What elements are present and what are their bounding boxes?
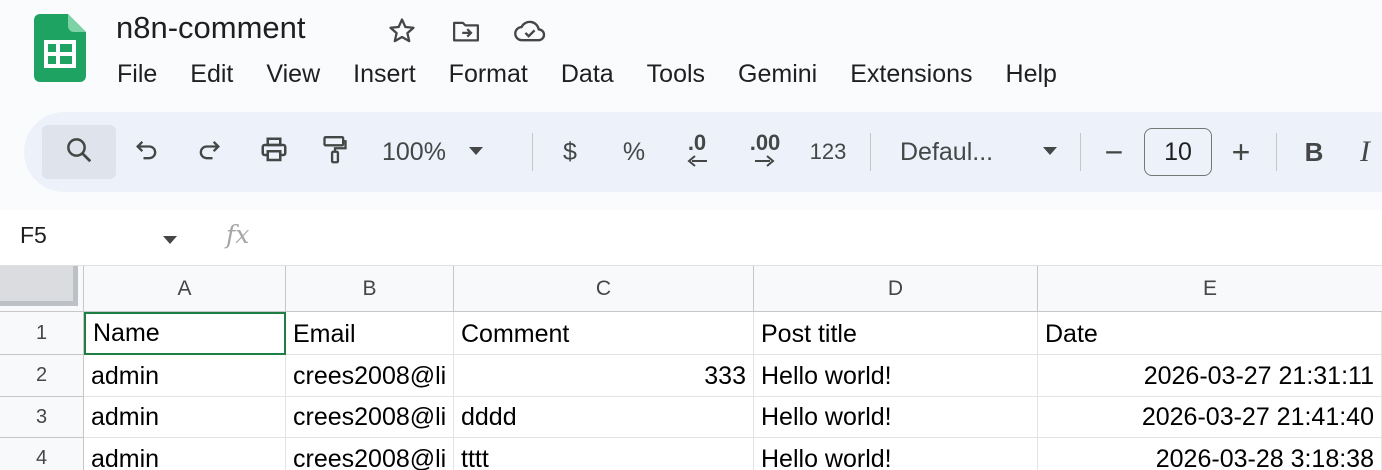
- name-box[interactable]: F5: [20, 222, 47, 249]
- chevron-down-icon: [1042, 143, 1058, 161]
- font-family-value: Defaul...: [900, 137, 994, 166]
- increase-font-size-button[interactable]: +: [1222, 125, 1260, 179]
- increase-decimal-button[interactable]: .00: [736, 125, 794, 179]
- menu-extensions[interactable]: Extensions: [833, 56, 988, 92]
- cell-b4[interactable]: crees2008@li: [286, 438, 454, 470]
- column-header-b[interactable]: B: [286, 266, 454, 312]
- cell-c3[interactable]: dddd: [454, 397, 754, 438]
- font-family-select[interactable]: Defaul...: [900, 125, 1058, 179]
- menu-tools[interactable]: Tools: [630, 56, 721, 92]
- select-all-corner[interactable]: [0, 266, 84, 312]
- percent-format-button[interactable]: %: [614, 125, 654, 179]
- cell-a4[interactable]: admin: [84, 438, 286, 470]
- cell-b1[interactable]: Email: [286, 312, 454, 355]
- fx-icon: fx: [226, 220, 250, 249]
- menu-file[interactable]: File: [100, 56, 173, 92]
- number-format-button[interactable]: 123: [806, 125, 850, 179]
- cell-b3[interactable]: crees2008@li: [286, 397, 454, 438]
- undo-button[interactable]: [126, 125, 168, 179]
- column-header-c[interactable]: C: [454, 266, 754, 312]
- toolbar-divider: [1276, 133, 1277, 171]
- decrease-font-size-button[interactable]: −: [1096, 125, 1132, 179]
- toolbar-divider: [532, 133, 533, 171]
- redo-button[interactable]: [188, 125, 230, 179]
- row-header[interactable]: 2: [0, 355, 84, 397]
- paint-format-button[interactable]: [314, 125, 356, 179]
- cell-c1[interactable]: Comment: [454, 312, 754, 355]
- move-folder-icon[interactable]: [448, 14, 484, 48]
- menu-format[interactable]: Format: [432, 56, 544, 92]
- search-icon: [64, 135, 94, 170]
- cell-b2[interactable]: crees2008@li: [286, 355, 454, 397]
- toolbar-divider: [870, 133, 871, 171]
- cell-d2[interactable]: Hello world!: [754, 355, 1038, 397]
- italic-button[interactable]: I: [1360, 125, 1382, 179]
- row-header[interactable]: 3: [0, 397, 84, 438]
- star-icon[interactable]: [384, 14, 420, 48]
- document-title[interactable]: n8n-comment: [116, 8, 306, 48]
- row-header[interactable]: 1: [0, 312, 84, 355]
- menu-help[interactable]: Help: [989, 56, 1073, 92]
- column-header-e[interactable]: E: [1038, 266, 1382, 312]
- spreadsheet-grid: A B C D E 1 Name Email Comment Post titl…: [0, 266, 1382, 470]
- chevron-down-icon[interactable]: [162, 232, 178, 250]
- cell-e3[interactable]: 2026-03-27 21:41:40: [1038, 397, 1382, 438]
- cell-a2[interactable]: admin: [84, 355, 286, 397]
- cell-e2[interactable]: 2026-03-27 21:31:11: [1038, 355, 1382, 397]
- toolbar-divider: [1080, 133, 1081, 171]
- menu-edit[interactable]: Edit: [173, 56, 249, 92]
- decrease-decimal-button[interactable]: .0: [672, 125, 722, 179]
- cloud-saved-icon[interactable]: [512, 14, 548, 48]
- sheets-logo[interactable]: [34, 14, 86, 82]
- cell-a1[interactable]: Name: [84, 312, 286, 355]
- currency-format-button[interactable]: $: [552, 125, 588, 179]
- menu-gemini[interactable]: Gemini: [721, 56, 833, 92]
- arrow-right-icon: [754, 154, 776, 172]
- paint-roller-icon: [321, 134, 349, 171]
- undo-icon: [133, 136, 161, 169]
- formula-bar: [0, 210, 1382, 266]
- menu-data[interactable]: Data: [544, 56, 630, 92]
- arrow-left-icon: [686, 154, 708, 172]
- menu-view[interactable]: View: [249, 56, 336, 92]
- chevron-down-icon: [468, 143, 484, 161]
- zoom-value: 100%: [382, 137, 446, 166]
- menu-bar: File Edit View Insert Format Data Tools …: [100, 56, 1073, 92]
- menu-insert[interactable]: Insert: [336, 56, 432, 92]
- column-header-d[interactable]: D: [754, 266, 1038, 312]
- search-menus-button[interactable]: [42, 125, 116, 179]
- zoom-select[interactable]: 100%: [382, 125, 512, 179]
- print-button[interactable]: [252, 125, 296, 179]
- cell-a3[interactable]: admin: [84, 397, 286, 438]
- cell-d1[interactable]: Post title: [754, 312, 1038, 355]
- cell-e1[interactable]: Date: [1038, 312, 1382, 355]
- column-header-a[interactable]: A: [84, 266, 286, 312]
- bold-button[interactable]: B: [1298, 125, 1330, 179]
- cell-d4[interactable]: Hello world!: [754, 438, 1038, 470]
- print-icon: [258, 135, 290, 170]
- cell-c2[interactable]: 333: [454, 355, 754, 397]
- row-header[interactable]: 4: [0, 438, 84, 470]
- font-size-input[interactable]: 10: [1144, 128, 1212, 176]
- cell-d3[interactable]: Hello world!: [754, 397, 1038, 438]
- cell-e4[interactable]: 2026-03-28 3:18:38: [1038, 438, 1382, 470]
- cell-c4[interactable]: tttt: [454, 438, 754, 470]
- redo-icon: [195, 136, 223, 169]
